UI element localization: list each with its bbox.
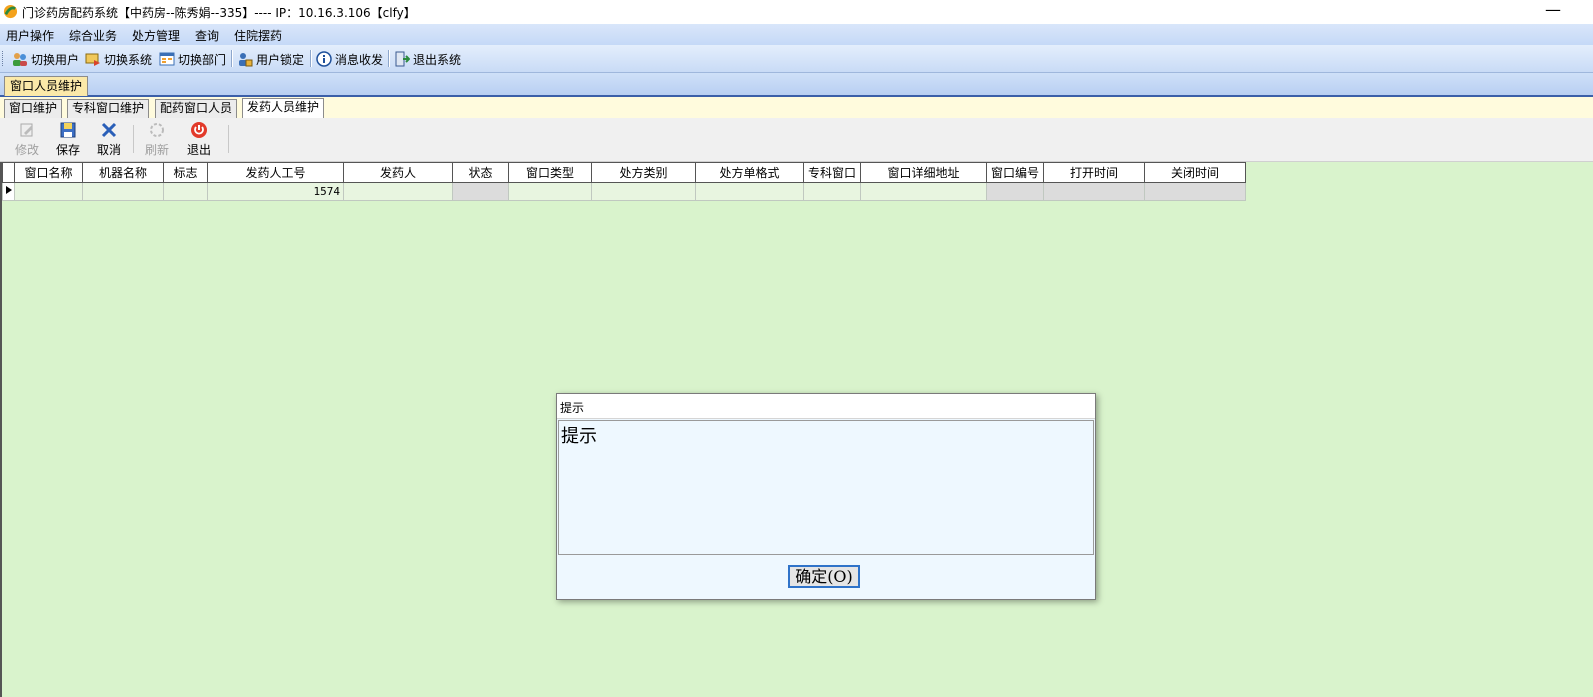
cell-specialty-window[interactable]	[803, 182, 861, 201]
cell-prescription-category[interactable]	[591, 182, 696, 201]
edit-icon	[20, 123, 33, 137]
tab-specialty-window-maintenance[interactable]: 专科窗口维护	[67, 99, 150, 118]
cancel-label: 取消	[96, 143, 121, 157]
department-icon	[159, 52, 175, 66]
action-separator	[133, 125, 134, 153]
edit-button[interactable]: 修改	[9, 121, 45, 158]
messages-button[interactable]: 消息收发	[316, 49, 383, 69]
column-header[interactable]: 标志	[163, 162, 208, 183]
exit-door-icon	[395, 51, 410, 67]
window-title: 门诊药房配药系统【中药房--陈秀娟--335】---- IP：10.16.3.1…	[22, 6, 416, 20]
column-header[interactable]: 状态	[452, 162, 509, 183]
user-lock-button[interactable]: 用户锁定	[237, 49, 304, 69]
tab-pharmacist-maintenance[interactable]: 发药人员维护	[242, 98, 325, 119]
ok-button[interactable]: 确定(O)	[788, 565, 860, 588]
pharmacist-grid: 窗口名称 机器名称 标志 发药人工号 发药人 状态 窗口类型 处方类别 处方单格…	[2, 162, 1246, 201]
cell-machine-name[interactable]	[82, 182, 164, 201]
title-bar: 门诊药房配药系统【中药房--陈秀娟--335】---- IP：10.16.3.1…	[0, 0, 1593, 24]
dialog-message-box: 提示	[558, 420, 1094, 555]
row-pointer-icon	[5, 186, 12, 194]
power-icon	[191, 122, 207, 138]
row-indicator-header	[2, 162, 15, 183]
column-header[interactable]: 窗口详细地址	[860, 162, 987, 183]
column-header[interactable]: 处方类别	[591, 162, 696, 183]
dialog-title: 提示	[560, 401, 585, 415]
menu-query[interactable]: 查询	[195, 27, 219, 44]
column-header[interactable]: 关闭时间	[1144, 162, 1246, 183]
toolbar-grip[interactable]	[2, 51, 6, 66]
current-row-indicator	[2, 182, 15, 201]
refresh-label: 刷新	[144, 143, 169, 157]
main-toolbar: 切换用户 切换系统 切换部门 用户锁定 消息收发 退出系统	[0, 45, 1593, 73]
exit-label: 退出	[186, 143, 211, 157]
info-icon	[316, 51, 332, 67]
column-header[interactable]: 打开时间	[1043, 162, 1145, 183]
inner-tabstrip: 窗口维护 专科窗口维护 配药窗口人员 发药人员维护	[0, 97, 1593, 119]
cell-close-time[interactable]	[1144, 182, 1246, 201]
column-header[interactable]: 发药人工号	[207, 162, 344, 183]
switch-system-label: 切换系统	[104, 52, 153, 67]
column-header[interactable]: 发药人	[343, 162, 453, 183]
cell-window-address[interactable]	[860, 182, 987, 201]
users-icon	[13, 53, 27, 66]
switch-department-button[interactable]: 切换部门	[159, 49, 226, 69]
cell-pharmacist[interactable]	[343, 182, 453, 201]
cell-prescription-format[interactable]	[695, 182, 804, 201]
switch-user-button[interactable]: 切换用户	[12, 49, 79, 69]
cancel-button[interactable]: 取消	[91, 121, 127, 158]
menu-prescription-management[interactable]: 处方管理	[132, 27, 180, 44]
cancel-x-icon	[101, 122, 117, 138]
tab-window-staff-maintenance[interactable]: 窗口人员维护	[4, 76, 89, 96]
cell-window-name[interactable]	[14, 182, 83, 201]
column-header[interactable]: 窗口类型	[508, 162, 592, 183]
switch-system-button[interactable]: 切换系统	[85, 49, 152, 69]
cell-status[interactable]	[452, 182, 509, 201]
refresh-icon	[150, 123, 164, 137]
user-lock-label: 用户锁定	[256, 52, 305, 67]
column-header[interactable]: 处方单格式	[695, 162, 804, 183]
tab-dispensing-window-staff[interactable]: 配药窗口人员	[155, 99, 238, 118]
grid-left-border	[0, 162, 2, 697]
menu-inpatient-dispensing[interactable]: 住院摆药	[234, 27, 282, 44]
menu-bar: 用户操作 综合业务 处方管理 查询 住院摆药	[0, 24, 1593, 45]
table-row[interactable]: 1574	[2, 182, 1246, 201]
cell-flag[interactable]	[163, 182, 208, 201]
action-separator	[228, 125, 229, 153]
cell-pharmacist-id[interactable]: 1574	[207, 182, 344, 201]
document-tabstrip: 窗口人员维护	[0, 73, 1593, 97]
save-button[interactable]: 保存	[50, 121, 86, 158]
dialog-title-bar[interactable]: 提示	[557, 394, 1095, 419]
dialog-message: 提示	[561, 426, 597, 447]
menu-user-operations[interactable]: 用户操作	[6, 27, 54, 44]
menu-general-business[interactable]: 综合业务	[69, 27, 117, 44]
cell-window-type[interactable]	[508, 182, 592, 201]
switch-system-icon	[85, 53, 100, 66]
switch-user-label: 切换用户	[31, 52, 80, 67]
cell-open-time[interactable]	[1043, 182, 1145, 201]
exit-system-button[interactable]: 退出系统	[394, 49, 461, 69]
messages-label: 消息收发	[335, 52, 384, 67]
tab-window-maintenance[interactable]: 窗口维护	[4, 99, 63, 118]
refresh-button[interactable]: 刷新	[139, 121, 175, 158]
save-disk-icon	[60, 122, 76, 138]
prompt-dialog: 提示 提示 确定(O)	[556, 393, 1096, 600]
save-label: 保存	[55, 143, 80, 157]
app-logo-icon	[3, 4, 18, 19]
toolbar-separator	[231, 50, 233, 67]
grid-header-row: 窗口名称 机器名称 标志 发药人工号 发药人 状态 窗口类型 处方类别 处方单格…	[2, 162, 1246, 183]
exit-system-label: 退出系统	[413, 52, 462, 67]
action-bar: 修改 保存 取消 刷新 退出	[0, 118, 1593, 162]
column-header[interactable]: 专科窗口	[803, 162, 861, 183]
switch-department-label: 切换部门	[178, 52, 227, 67]
exit-button[interactable]: 退出	[181, 121, 217, 158]
minimize-button[interactable]: —	[1538, 0, 1568, 24]
cell-window-number[interactable]	[986, 182, 1044, 201]
user-lock-icon	[239, 53, 253, 67]
column-header[interactable]: 机器名称	[82, 162, 164, 183]
toolbar-separator	[388, 50, 390, 67]
toolbar-separator	[310, 50, 312, 67]
column-header[interactable]: 窗口编号	[986, 162, 1044, 183]
edit-label: 修改	[14, 143, 39, 157]
column-header[interactable]: 窗口名称	[14, 162, 83, 183]
